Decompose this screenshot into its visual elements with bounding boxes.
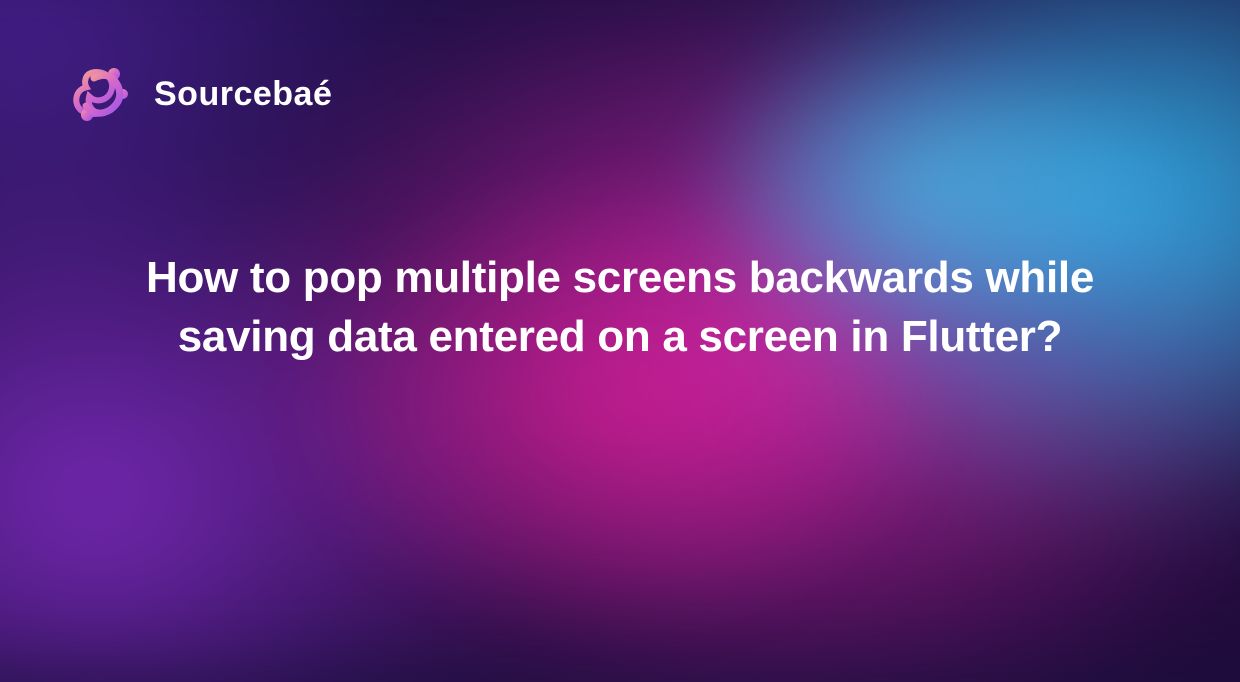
- brand-name: Sourcebaé: [154, 75, 332, 114]
- article-headline: How to pop multiple screens backwards wh…: [140, 248, 1100, 367]
- sourcebae-logo-icon: [70, 60, 138, 128]
- content-container: Sourcebaé How to pop multiple screens ba…: [0, 0, 1240, 620]
- logo-container: Sourcebaé: [70, 60, 332, 128]
